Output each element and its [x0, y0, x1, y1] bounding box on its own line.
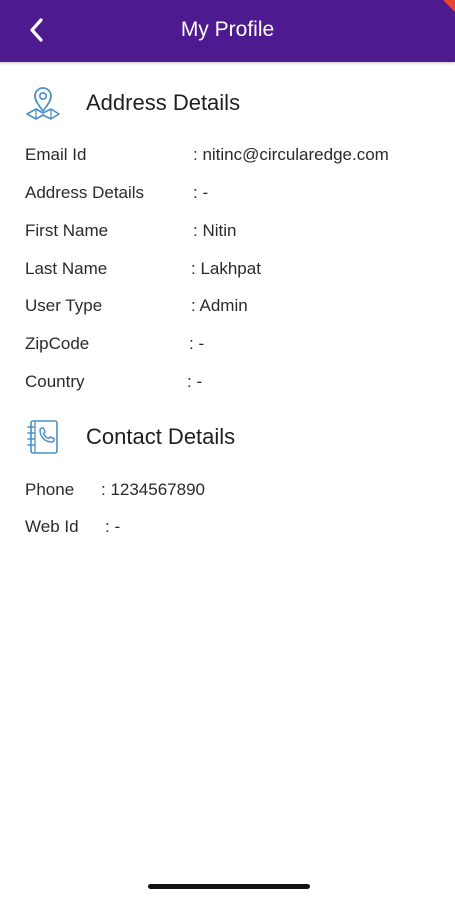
field-value: : Admin — [191, 296, 248, 315]
field-value: : - — [187, 372, 203, 391]
field-label: ZipCode — [25, 334, 90, 353]
contact-section-header: Contact Details — [24, 418, 235, 456]
field-value: : - — [105, 517, 121, 536]
field-label: User Type — [25, 296, 103, 315]
field-label: Web Id — [25, 517, 79, 536]
field-value: : Lakhpat — [191, 259, 261, 278]
field-value: : - — [193, 183, 209, 202]
app-bar: My Profile — [0, 0, 455, 62]
field-label: Phone — [25, 480, 75, 499]
location-map-icon — [24, 84, 62, 122]
field-value: : 1234567890 — [101, 480, 205, 499]
field-label: Country — [25, 372, 85, 391]
field-label: Email Id — [25, 145, 87, 164]
contact-section-title: Contact Details — [86, 424, 236, 449]
page-title: My Profile — [180, 18, 275, 41]
field-value: : nitinc@circularedge.com — [193, 145, 389, 164]
corner-accent — [443, 0, 455, 12]
field-label: Last Name — [25, 259, 108, 278]
field-label: First Name — [25, 221, 109, 240]
field-value: : Nitin — [193, 221, 237, 240]
field-value: : - — [189, 334, 205, 353]
home-indicator[interactable] — [148, 884, 310, 889]
address-section-title: Address Details — [86, 90, 241, 115]
field-label: Address Details — [25, 183, 145, 202]
address-section-header: Address Details — [24, 84, 240, 122]
phone-book-icon — [24, 418, 62, 456]
